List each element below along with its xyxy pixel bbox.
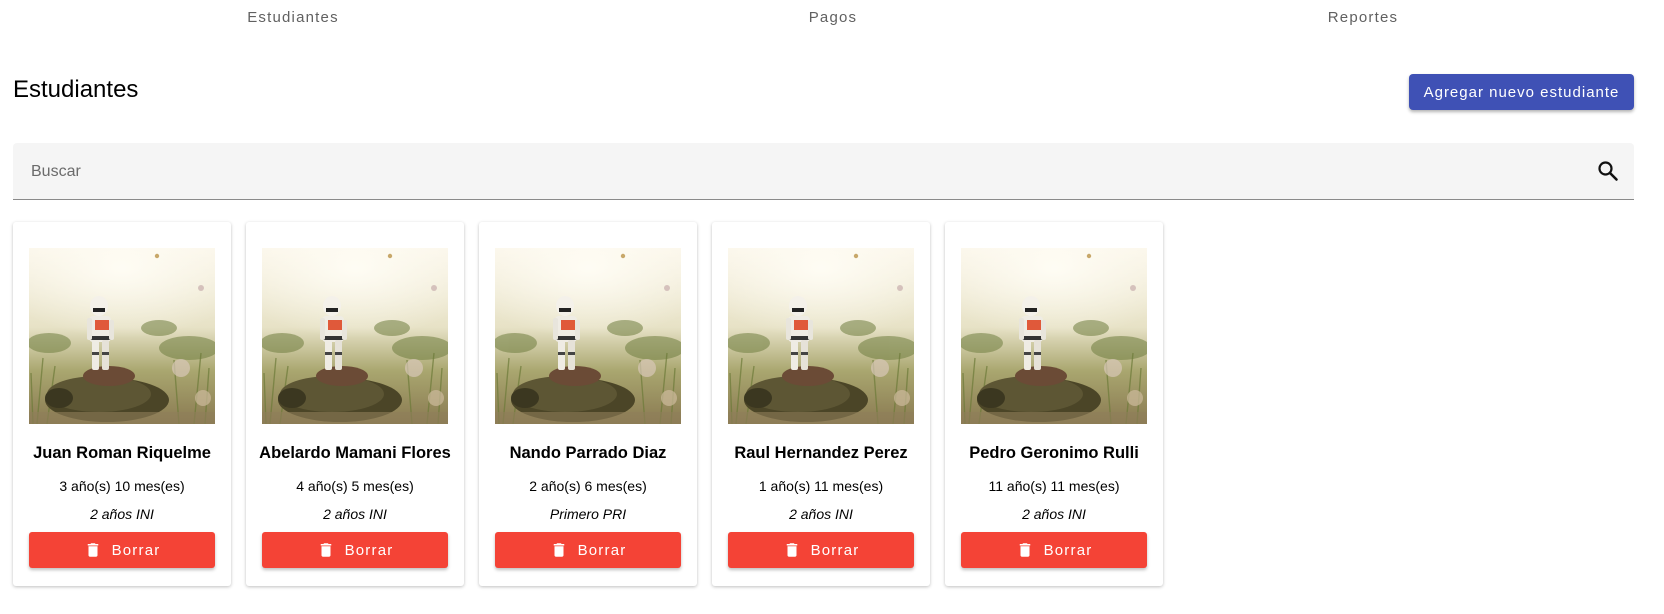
tab-reportes[interactable]: Reportes bbox=[1328, 9, 1398, 26]
student-photo bbox=[728, 248, 914, 424]
student-name: Abelardo Mamani Flores bbox=[259, 444, 451, 462]
search-field bbox=[13, 143, 1634, 201]
delete-button-label: Borrar bbox=[111, 541, 161, 559]
student-card: Juan Roman Riquelme 3 año(s) 10 mes(es) … bbox=[13, 222, 231, 586]
trash-icon bbox=[317, 541, 335, 559]
page-title: Estudiantes bbox=[13, 76, 139, 103]
tab-estudiantes[interactable]: Estudiantes bbox=[247, 9, 339, 26]
student-level: Primero PRI bbox=[549, 506, 627, 522]
trash-icon bbox=[783, 541, 801, 559]
student-age: 2 año(s) 6 mes(es) bbox=[529, 478, 647, 494]
student-age: 4 año(s) 5 mes(es) bbox=[296, 478, 414, 494]
student-age: 11 año(s) 11 mes(es) bbox=[988, 478, 1120, 494]
student-card: Pedro Geronimo Rulli 11 año(s) 11 mes(es… bbox=[945, 222, 1163, 586]
add-student-button[interactable]: Agregar nuevo estudiante bbox=[1409, 74, 1634, 110]
nav-tabs: Estudiantes Pagos Reportes bbox=[0, 0, 1634, 34]
delete-button-label: Borrar bbox=[810, 541, 860, 559]
student-age: 1 año(s) 11 mes(es) bbox=[758, 478, 884, 494]
student-level: 2 años INI bbox=[1022, 506, 1086, 522]
delete-button[interactable]: Borrar bbox=[495, 532, 681, 568]
student-photo bbox=[262, 248, 448, 424]
trash-icon bbox=[1016, 541, 1034, 559]
student-level: 2 años INI bbox=[789, 506, 853, 522]
delete-button[interactable]: Borrar bbox=[728, 532, 914, 568]
student-name: Pedro Geronimo Rulli bbox=[969, 444, 1139, 462]
student-name: Raul Hernandez Perez bbox=[734, 444, 908, 462]
delete-button-label: Borrar bbox=[577, 541, 627, 559]
student-photo bbox=[961, 248, 1147, 424]
student-photo bbox=[495, 248, 681, 424]
tab-pagos[interactable]: Pagos bbox=[809, 9, 858, 26]
delete-button[interactable]: Borrar bbox=[262, 532, 448, 568]
student-card: Raul Hernandez Perez 1 año(s) 11 mes(es)… bbox=[712, 222, 930, 586]
student-photo bbox=[29, 248, 215, 424]
student-name: Nando Parrado Diaz bbox=[509, 444, 667, 462]
trash-icon bbox=[84, 541, 102, 559]
search-icon[interactable] bbox=[1596, 159, 1620, 183]
delete-button[interactable]: Borrar bbox=[29, 532, 215, 568]
delete-button-label: Borrar bbox=[344, 541, 394, 559]
student-name: Juan Roman Riquelme bbox=[33, 444, 211, 462]
student-age: 3 año(s) 10 mes(es) bbox=[59, 478, 185, 494]
student-card: Nando Parrado Diaz 2 año(s) 6 mes(es) Pr… bbox=[479, 222, 697, 586]
delete-button[interactable]: Borrar bbox=[961, 532, 1147, 568]
student-card: Abelardo Mamani Flores 4 año(s) 5 mes(es… bbox=[246, 222, 464, 586]
student-level: 2 años INI bbox=[90, 506, 154, 522]
delete-button-label: Borrar bbox=[1043, 541, 1093, 559]
student-level: 2 años INI bbox=[323, 506, 387, 522]
search-input[interactable] bbox=[29, 143, 1573, 201]
trash-icon bbox=[550, 541, 568, 559]
